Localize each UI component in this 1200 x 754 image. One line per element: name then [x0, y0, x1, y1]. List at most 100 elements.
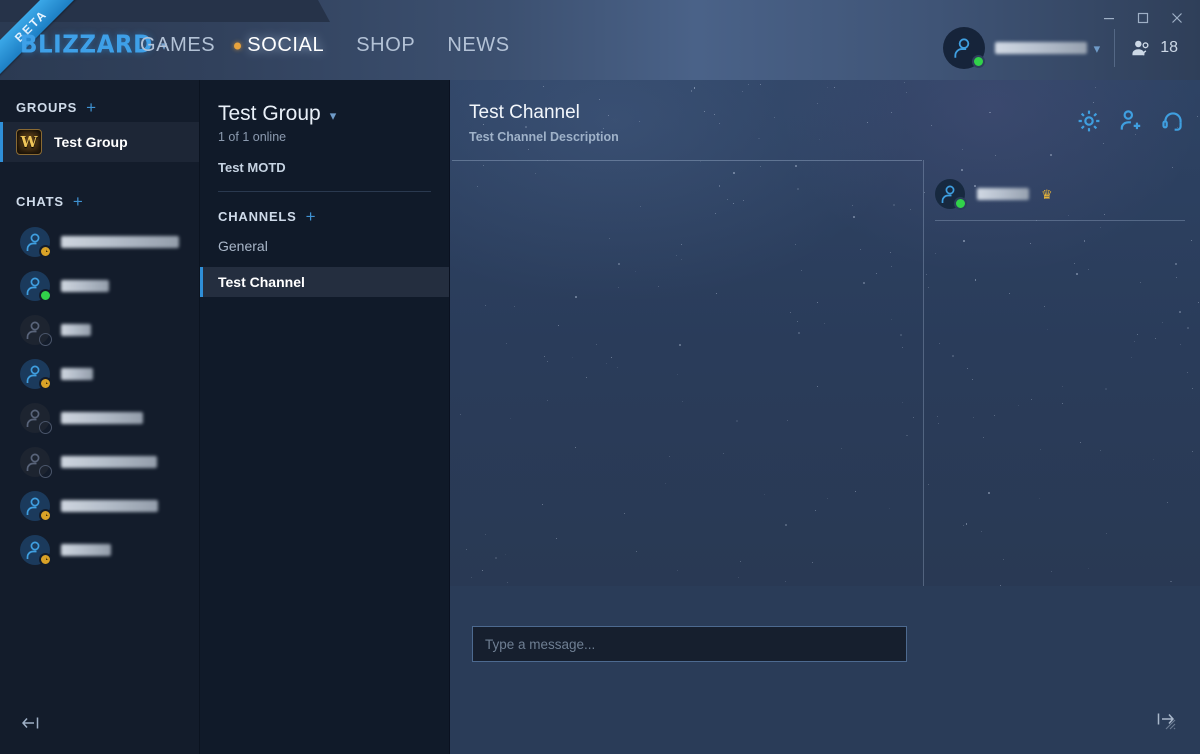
voice-headset-icon[interactable] — [1160, 108, 1186, 134]
channel-header: Test Channel Test Channel Description — [450, 80, 1200, 160]
divider — [935, 220, 1185, 221]
account-name-dropdown[interactable]: ▾ — [985, 42, 1115, 55]
wow-group-icon: W — [16, 129, 42, 155]
message-input[interactable]: Type a message... — [472, 626, 907, 662]
avatar — [20, 403, 52, 434]
chat-list — [0, 220, 199, 572]
battlenet-social-window: BETA BLIZZARD ▾ GAMES SOCIAL SHOP NEWS ▾… — [0, 0, 1200, 754]
nav-item-games[interactable]: GAMES — [140, 34, 215, 57]
avatar[interactable] — [942, 27, 985, 69]
channels-section-header: CHANNELS + — [200, 192, 449, 225]
channel-item-general[interactable]: General — [200, 231, 449, 261]
chat-list-item[interactable] — [0, 440, 199, 484]
member-name-redacted — [977, 188, 1029, 200]
status-dot-online — [954, 197, 967, 210]
group-panel: Test Group ▾ 1 of 1 online Test MOTD CHA… — [200, 80, 450, 754]
groups-header-label: GROUPS — [16, 99, 78, 115]
chat-name-redacted — [61, 456, 157, 468]
channel-label: Test Channel — [218, 274, 305, 290]
group-online-status: 1 of 1 online — [218, 130, 287, 144]
avatar — [935, 179, 967, 210]
group-name-label: Test Group — [54, 134, 128, 150]
chat-list-item[interactable] — [0, 528, 199, 572]
nav-item-social[interactable]: SOCIAL — [234, 34, 325, 57]
chat-list-item[interactable] — [0, 220, 199, 264]
nav-item-shop[interactable]: SHOP — [356, 34, 415, 57]
chat-name-redacted — [61, 368, 93, 380]
avatar — [20, 315, 52, 346]
account-name-redacted — [994, 42, 1087, 54]
chat-list-item[interactable] — [0, 264, 199, 308]
list-item[interactable]: ♛ — [935, 174, 1185, 214]
chat-list-item[interactable] — [0, 396, 199, 440]
channel-main-area: Test Channel Test Channel Description ♛ … — [450, 80, 1200, 754]
nav-label: GAMES — [140, 34, 216, 56]
chat-name-redacted — [61, 236, 179, 248]
group-title-row[interactable]: Test Group ▾ — [200, 80, 449, 126]
add-group-button[interactable]: + — [86, 99, 97, 116]
add-channel-button[interactable]: + — [306, 208, 317, 225]
status-dot-away — [39, 245, 52, 258]
add-chat-button[interactable]: + — [73, 193, 84, 210]
avatar — [20, 227, 52, 258]
channel-item-test-channel[interactable]: Test Channel — [200, 267, 449, 297]
chevron-down-icon[interactable]: ▾ — [1094, 42, 1101, 55]
channel-actions — [1076, 108, 1186, 134]
member-list: ♛ — [935, 174, 1185, 221]
channels-header-label: CHANNELS — [218, 209, 297, 224]
status-dot-away — [39, 377, 52, 390]
crown-icon: ♛ — [1041, 186, 1053, 202]
avatar — [20, 447, 52, 478]
message-input-placeholder: Type a message... — [485, 636, 596, 652]
active-nav-dot-icon — [234, 42, 242, 49]
chevron-down-icon[interactable]: ▾ — [330, 109, 337, 122]
add-member-icon[interactable] — [1118, 108, 1144, 134]
avatar — [20, 271, 52, 302]
channel-description: Test Channel Description — [469, 130, 619, 144]
status-dot-online — [39, 289, 52, 302]
group-motd: Test MOTD — [218, 160, 286, 175]
friends-count: 18 — [1160, 39, 1178, 56]
groups-section-header: GROUPS + — [0, 92, 199, 122]
title-nav-bar: BETA BLIZZARD ▾ GAMES SOCIAL SHOP NEWS ▾… — [0, 0, 1200, 80]
avatar — [20, 359, 52, 390]
chat-name-redacted — [61, 280, 109, 292]
friends-icon — [1132, 40, 1149, 56]
collapse-left-icon[interactable] — [18, 710, 44, 736]
status-dot-offline — [39, 333, 52, 346]
divider — [452, 160, 922, 161]
settings-gear-icon[interactable] — [1076, 108, 1102, 134]
group-title: Test Group — [218, 102, 321, 125]
status-dot-offline — [39, 465, 52, 478]
nav-label: NEWS — [447, 34, 510, 56]
chat-list-item[interactable] — [0, 484, 199, 528]
chat-name-redacted — [61, 544, 111, 556]
status-dot-away — [39, 509, 52, 522]
page-title: Test Channel — [469, 102, 580, 123]
chats-section-header: CHATS + — [0, 186, 199, 216]
avatar — [20, 535, 52, 566]
nav-item-news[interactable]: NEWS — [447, 34, 509, 57]
collapse-right-icon[interactable] — [1152, 706, 1178, 732]
friends-counter[interactable]: 18 — [1115, 39, 1192, 57]
left-sidebar: GROUPS + W Test Group CHATS + — [0, 80, 200, 754]
chat-name-redacted — [61, 324, 91, 336]
resize-grip-icon — [1165, 719, 1176, 730]
blizzard-logo: BLIZZARD — [20, 30, 153, 60]
account-area: ▾ 18 — [942, 26, 1192, 70]
chats-header-label: CHATS — [16, 193, 64, 209]
sidebar-item-test-group[interactable]: W Test Group — [0, 122, 199, 162]
main-nav: GAMES SOCIAL SHOP NEWS — [140, 34, 510, 57]
status-dot-away — [39, 553, 52, 566]
channel-label: General — [218, 238, 268, 254]
status-dot-offline — [39, 421, 52, 434]
chat-list-item[interactable] — [0, 308, 199, 352]
status-dot-online — [971, 55, 985, 68]
chat-name-redacted — [61, 412, 143, 424]
chat-name-redacted — [61, 500, 158, 512]
chat-list-item[interactable] — [0, 352, 199, 396]
titlebar-notch — [0, 0, 330, 22]
nav-label: SHOP — [356, 34, 416, 56]
avatar — [20, 491, 52, 522]
nav-label: SOCIAL — [247, 34, 325, 56]
